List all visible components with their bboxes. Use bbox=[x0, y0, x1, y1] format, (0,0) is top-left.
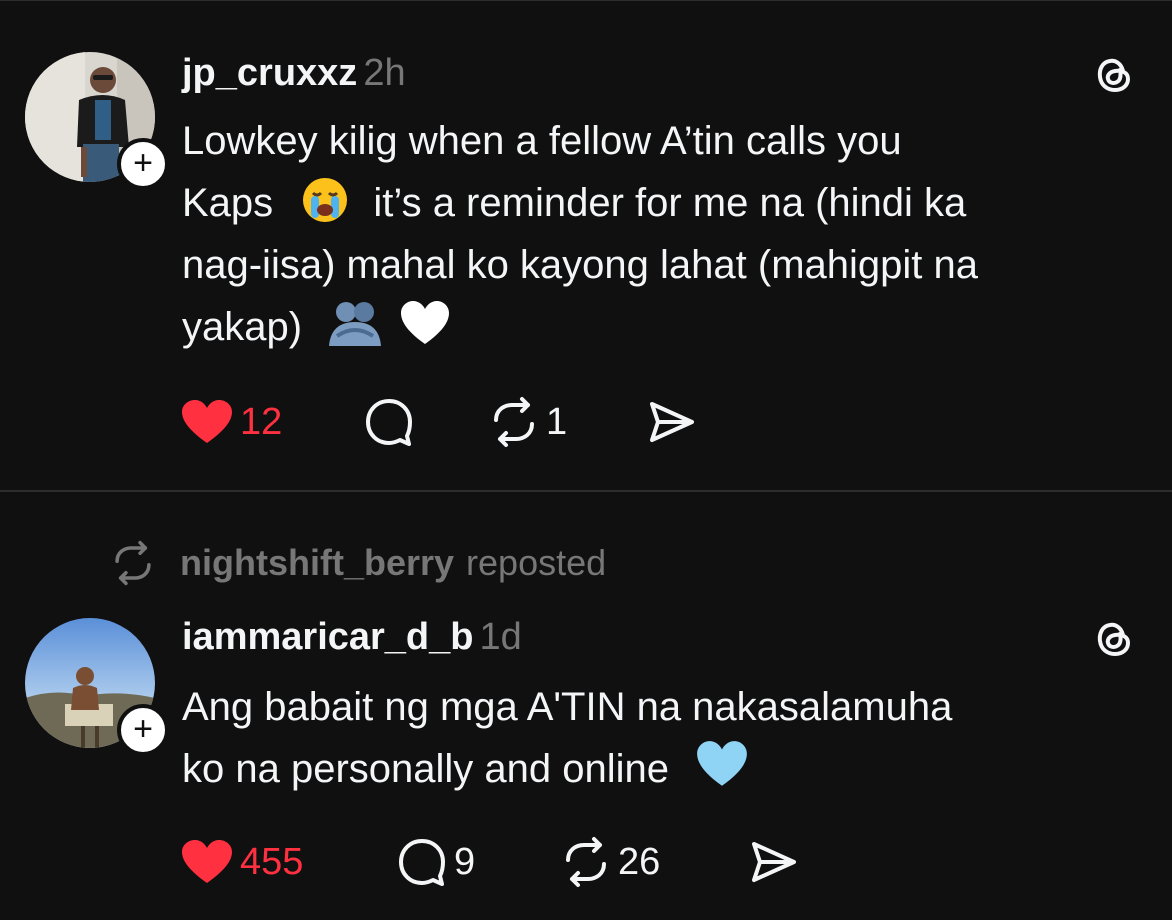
share-button[interactable] bbox=[748, 834, 800, 890]
comment-button[interactable]: 9 bbox=[396, 834, 475, 890]
reposted-label: reposted bbox=[466, 542, 607, 583]
post-text-line: yakap) bbox=[182, 296, 1152, 358]
like-button[interactable]: 455 bbox=[180, 834, 303, 890]
avatar-wrap[interactable]: + bbox=[25, 618, 169, 756]
repost-icon bbox=[115, 540, 151, 586]
threads-logo-icon[interactable] bbox=[1090, 614, 1138, 662]
like-button[interactable]: 12 bbox=[180, 394, 282, 450]
post-text-line: nag-iisa) mahal ko kayong lahat (mahigpi… bbox=[182, 243, 978, 287]
threads-logo-icon[interactable] bbox=[1090, 50, 1138, 98]
comment-bubble-icon bbox=[366, 399, 412, 446]
repost-indicator: nightshift_berry reposted bbox=[110, 538, 606, 588]
white-heart-icon bbox=[401, 301, 450, 344]
post-text: Lowkey kilig when a fellow A’tin calls y… bbox=[182, 110, 1152, 358]
repost-count: 1 bbox=[546, 401, 568, 443]
repost-button[interactable]: 1 bbox=[488, 394, 567, 450]
post-text: Ang babait ng mga A'TIN na nakasalamuha … bbox=[182, 676, 1152, 800]
light-blue-heart-icon bbox=[697, 741, 748, 786]
people-hugging-icon bbox=[329, 302, 382, 346]
repost-icon bbox=[566, 837, 606, 887]
like-count: 12 bbox=[240, 401, 283, 443]
follow-button[interactable]: + bbox=[117, 138, 169, 190]
post-text-line: Lowkey kilig when a fellow A’tin calls y… bbox=[182, 119, 902, 163]
repost-count: 26 bbox=[618, 841, 661, 883]
comment-bubble-icon bbox=[399, 839, 445, 886]
timestamp: 1d bbox=[479, 616, 522, 658]
like-count: 455 bbox=[240, 841, 304, 883]
username[interactable]: jp_cruxxz bbox=[182, 52, 357, 94]
comment-button[interactable] bbox=[363, 394, 421, 450]
send-icon bbox=[650, 402, 694, 442]
heart-filled-icon bbox=[182, 840, 232, 883]
follow-button[interactable]: + bbox=[117, 704, 169, 756]
post-divider bbox=[0, 490, 1172, 492]
send-icon bbox=[752, 842, 796, 882]
post-text-segment: ko na personally and online bbox=[182, 747, 670, 791]
post-text-line: Ang babait ng mga A'TIN na nakasalamuha bbox=[182, 685, 953, 729]
post-text-segment: Kaps bbox=[182, 181, 274, 225]
timestamp: 2h bbox=[363, 52, 406, 94]
post-text-segment: it’s a reminder for me na (hindi ka bbox=[373, 181, 967, 225]
repost-icon bbox=[494, 397, 534, 447]
post-text-line: ko na personally and online bbox=[182, 738, 1152, 800]
top-divider bbox=[0, 0, 1172, 1]
post-text-line: Kaps it’s a reminder for me na (hindi ka bbox=[182, 172, 1152, 234]
loudly-crying-face-icon bbox=[303, 178, 348, 222]
heart-filled-icon bbox=[182, 400, 232, 443]
username[interactable]: iammaricar_d_b bbox=[182, 616, 474, 658]
share-button[interactable] bbox=[646, 394, 698, 450]
avatar-wrap[interactable]: + bbox=[25, 52, 169, 190]
comment-count: 9 bbox=[454, 841, 476, 883]
post-header: iammaricar_d_b 1d bbox=[182, 612, 522, 662]
reposted-by-username[interactable]: nightshift_berry bbox=[180, 542, 454, 584]
post-header: jp_cruxxz 2h bbox=[182, 48, 406, 98]
post-text-segment: yakap) bbox=[182, 305, 303, 349]
repost-button[interactable]: 26 bbox=[560, 834, 660, 890]
